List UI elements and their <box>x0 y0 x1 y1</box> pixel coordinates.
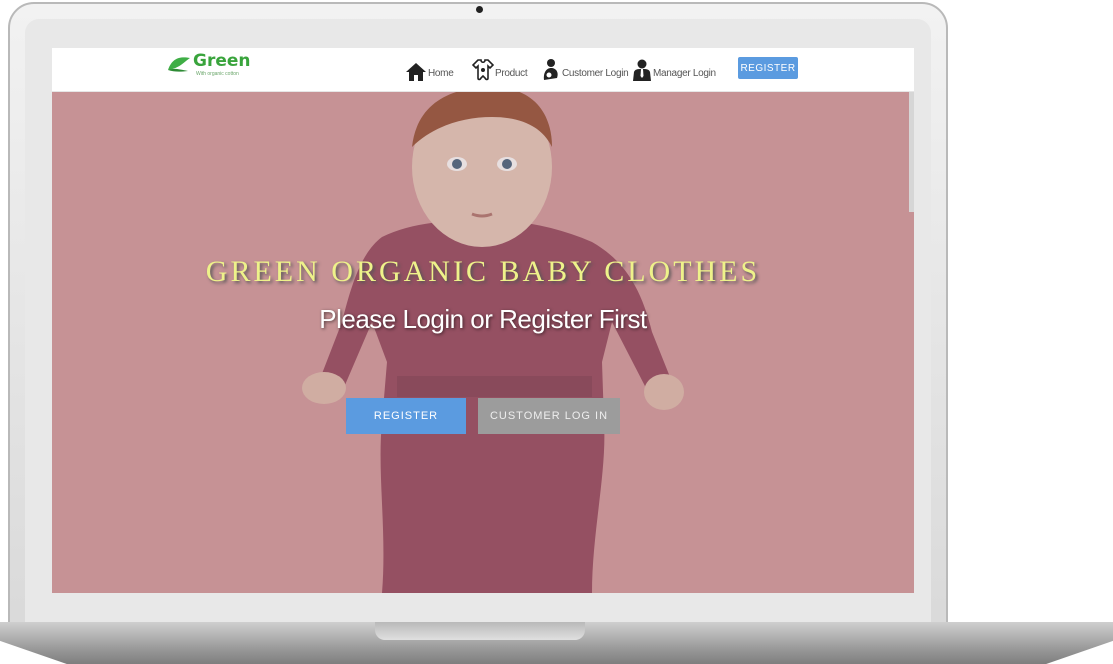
brand-logo[interactable]: Green With organic cotton <box>166 51 276 80</box>
hero-subtitle: Please Login or Register First <box>319 304 647 334</box>
hero-title: GREEN ORGANIC BABY CLOTHES <box>205 255 761 288</box>
nav-register-button[interactable]: REGISTER <box>738 57 798 79</box>
navbar: Green With organic cotton Home Product C… <box>52 48 914 92</box>
hero-register-button[interactable]: REGISTER <box>346 398 466 434</box>
logo-text: Green <box>193 51 251 71</box>
manager-icon <box>633 59 651 81</box>
nav-product[interactable]: Product <box>472 52 528 82</box>
page-scrollbar[interactable] <box>909 92 914 212</box>
nav-home-label: Home <box>428 68 454 79</box>
nav-manager-login-label: Manager Login <box>653 68 716 79</box>
nav-product-label: Product <box>495 68 528 79</box>
logo-tagline: With organic cotton <box>196 71 239 77</box>
nav-customer-login[interactable]: Customer Login <box>541 52 629 82</box>
laptop-hinge-notch <box>375 622 585 640</box>
customer-icon <box>543 59 558 80</box>
leaf-icon <box>168 57 190 72</box>
baby-clothes-icon <box>472 59 494 81</box>
home-icon <box>406 63 426 81</box>
hero-overlay <box>52 92 914 593</box>
webcam-dot <box>476 6 483 13</box>
hero-section: GREEN ORGANIC BABY CLOTHES Please Login … <box>52 92 914 593</box>
nav-manager-login[interactable]: Manager Login <box>632 52 716 82</box>
nav-home[interactable]: Home <box>405 52 454 82</box>
nav-customer-login-label: Customer Login <box>562 68 629 79</box>
laptop-screen: Green With organic cotton Home Product C… <box>52 48 914 593</box>
customer-login-button[interactable]: CUSTOMER LOG IN <box>478 398 620 434</box>
